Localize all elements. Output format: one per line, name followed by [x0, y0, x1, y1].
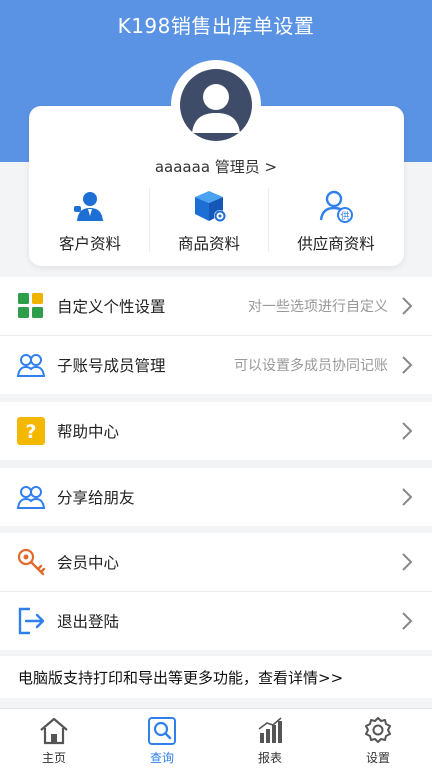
help-group: ? 帮助中心	[0, 402, 432, 460]
product-info-button[interactable]: 商品资料	[150, 180, 268, 264]
svg-text:供: 供	[340, 210, 349, 222]
product-info-label: 商品资料	[177, 235, 240, 253]
customer-info-button[interactable]: 客户资料	[31, 180, 149, 264]
chevron-right-icon	[400, 295, 414, 317]
sub-account-row[interactable]: 子账号成员管理 可以设置多成员协同记账	[0, 336, 432, 394]
customer-icon	[72, 188, 108, 224]
logout-row[interactable]: 退出登陆	[0, 592, 432, 650]
custom-settings-hint: 对一些选项进行自定义	[248, 299, 388, 315]
customer-info-label: 客户资料	[58, 235, 121, 253]
supplier-info-label: 供应商资料	[297, 235, 375, 253]
sub-account-label: 子账号成员管理	[57, 357, 166, 375]
tab-report-label: 报表	[257, 751, 282, 765]
home-icon	[38, 715, 70, 747]
account-group: 会员中心 退出登陆	[0, 533, 432, 650]
help-center-row[interactable]: ? 帮助中心	[0, 402, 432, 460]
divider	[268, 188, 269, 252]
desktop-promo-link[interactable]: 电脑版支持打印和导出等更多功能，查看详情>>	[0, 656, 432, 698]
chevron-right-icon	[400, 610, 414, 632]
svg-text:?: ?	[25, 421, 36, 443]
bottom-tab-bar: 主页 查询 报表 设置	[0, 708, 432, 769]
grid-icon	[16, 291, 46, 321]
tab-settings-label: 设置	[365, 751, 390, 765]
tab-query-label: 查询	[149, 751, 174, 765]
share-row[interactable]: 分享给朋友	[0, 468, 432, 526]
question-icon: ?	[16, 416, 46, 446]
tab-report[interactable]: 报表	[216, 709, 324, 769]
gear-icon	[362, 715, 394, 747]
member-center-label: 会员中心	[57, 554, 120, 572]
help-center-label: 帮助中心	[57, 423, 120, 441]
tab-home-label: 主页	[41, 751, 66, 765]
users-icon	[16, 350, 46, 380]
chevron-right-icon	[400, 551, 414, 573]
desktop-promo-text: 电脑版支持打印和导出等更多功能，查看详情>>	[18, 669, 344, 687]
custom-settings-label: 自定义个性设置	[57, 298, 166, 316]
member-center-row[interactable]: 会员中心	[0, 533, 432, 591]
supplier-icon: 供	[318, 188, 354, 224]
tab-settings[interactable]: 设置	[324, 709, 432, 769]
tab-home[interactable]: 主页	[0, 709, 108, 769]
share-users-icon	[16, 482, 46, 512]
share-label: 分享给朋友	[57, 489, 135, 507]
key-icon	[16, 547, 46, 577]
page-title: K198销售出库单设置	[117, 14, 315, 38]
chevron-right-icon	[400, 486, 414, 508]
product-box-icon	[191, 188, 227, 224]
avatar[interactable]	[180, 69, 252, 141]
search-icon	[146, 715, 178, 747]
share-group: 分享给朋友	[0, 468, 432, 526]
user-name-link[interactable]: aaaaaa 管理员 >	[0, 156, 432, 177]
chevron-right-icon	[400, 354, 414, 376]
logout-label: 退出登陆	[57, 613, 120, 631]
sub-account-hint: 可以设置多成员协同记账	[234, 358, 388, 374]
settings-group: 自定义个性设置 对一些选项进行自定义 子账号成员管理 可以设置多成员协同记账	[0, 277, 432, 394]
custom-settings-row[interactable]: 自定义个性设置 对一些选项进行自定义	[0, 277, 432, 335]
supplier-info-button[interactable]: 供 供应商资料	[277, 180, 395, 264]
report-icon	[254, 715, 286, 747]
chevron-right-icon	[400, 420, 414, 442]
tab-query[interactable]: 查询	[108, 709, 216, 769]
logout-icon	[16, 606, 46, 636]
